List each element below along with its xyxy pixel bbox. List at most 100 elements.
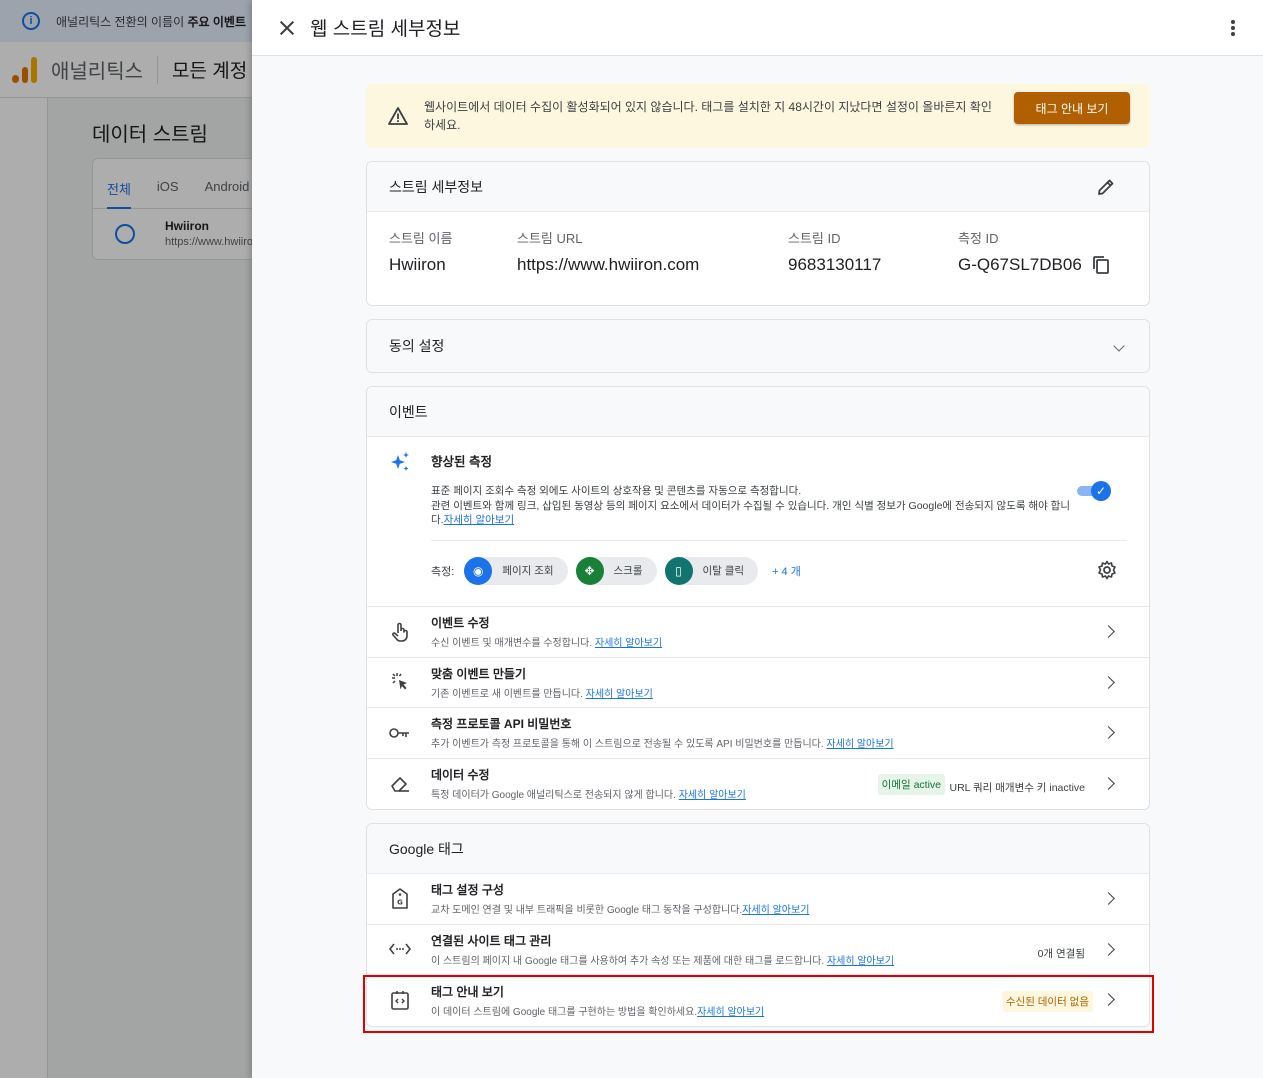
tag-icon: G [389, 887, 411, 910]
row-description: 특정 데이터가 Google 애널리틱스로 전송되지 않게 합니다. 자세히 알… [431, 786, 746, 801]
connected-site-tags-row[interactable]: 연결된 사이트 태그 관리이 스트림의 페이지 내 Google 태그를 사용하… [367, 925, 1149, 975]
chip-label: 이탈 클릭 [702, 565, 745, 577]
copy-icon[interactable] [1092, 255, 1110, 275]
tag-code-icon [389, 989, 411, 1011]
learn-more-link[interactable]: 자세히 알아보기 [586, 689, 653, 700]
row-title: 이벤트 수정 [431, 616, 490, 631]
row-description: 이 데이터 스트림에 Google 태그를 구현하는 방법을 확인하세요.자세히… [431, 1003, 764, 1018]
no-data-received-badge: 수신된 데이터 없음 [1001, 991, 1093, 1012]
web-stream-details-drawer: 웹 스트림 세부정보 웹사이트에서 데이터 수집이 활성화되어 있지 않습니다.… [252, 0, 1263, 1078]
modify-events-row[interactable]: 이벤트 수정수신 이벤트 및 매개변수를 수정합니다. 자세히 알아보기 [367, 607, 1149, 658]
row-title: 측정 프로토콜 API 비밀번호 [431, 717, 572, 732]
connected-count-badge: 0개 연결됨 [1037, 947, 1085, 960]
svg-text:G: G [397, 898, 403, 906]
google-tag-title: Google 태그 [389, 840, 464, 857]
code-icon [389, 938, 411, 960]
measurement-chips: 측정: ◉ 페이지 조회 ✥ 스크롤 ▯ 이탈 클릭 + 4 개 [431, 556, 1127, 585]
events-header: 이벤트 [367, 387, 1149, 437]
row-description: 교차 도메인 연결 및 내부 트래픽을 비롯한 Google 태그 동작을 구성… [431, 901, 809, 916]
chevron-right-icon[interactable] [1102, 993, 1115, 1006]
enhanced-measurement-section: 향상된 측정 표준 페이지 조회수 측정 외에도 사이트의 상호작용 및 콘텐츠… [367, 437, 1149, 607]
stream-id-field: 스트림 ID 9683130117 [788, 228, 958, 305]
view-tag-instructions-button[interactable]: 태그 안내 보기 [1014, 92, 1130, 124]
create-custom-event-row[interactable]: 맞춤 이벤트 만들기기존 이벤트로 새 이벤트를 만듭니다. 자세히 알아보기 [367, 658, 1149, 708]
field-value: 9683130117 [788, 255, 882, 274]
chip-outbound-click: ▯ 이탈 클릭 [664, 556, 759, 585]
field-label: 스트림 이름 [389, 231, 453, 246]
stream-url-field: 스트림 URL https://www.hwiiron.com [517, 228, 788, 305]
more-vert-icon[interactable] [1231, 20, 1235, 36]
desc-text: 특정 데이터가 Google 애널리틱스로 전송되지 않게 합니다. [431, 790, 679, 802]
row-description: 기존 이벤트로 새 이벤트를 만듭니다. 자세히 알아보기 [431, 685, 653, 700]
desc-text: 이 스트림의 페이지 내 Google 태그를 사용하여 추가 속성 또는 제품… [431, 955, 827, 967]
consent-settings-card[interactable]: 동의 설정 [366, 319, 1150, 373]
eraser-icon [389, 773, 411, 795]
consent-settings-header[interactable]: 동의 설정 [367, 320, 1149, 372]
field-value: G-Q67SL7DB06 [958, 255, 1082, 274]
sparkle-icon [391, 452, 409, 471]
chevron-right-icon[interactable] [1102, 726, 1115, 739]
desc-text: 추가 이벤트가 측정 프로토콜을 통해 이 스트림으로 전송될 수 있도록 AP… [431, 739, 827, 751]
consent-settings-title: 동의 설정 [389, 338, 445, 354]
learn-more-link[interactable]: 자세히 알아보기 [595, 638, 662, 649]
chevron-right-icon[interactable] [1102, 892, 1115, 905]
touch-icon [389, 621, 411, 643]
chevron-right-icon[interactable] [1102, 675, 1115, 689]
google-tag-header: Google 태그 [367, 824, 1149, 874]
edit-icon[interactable] [1097, 178, 1115, 196]
chip-label: 스크롤 [613, 565, 643, 577]
chevron-down-icon[interactable] [1113, 340, 1125, 352]
field-value: Hwiiron [389, 255, 446, 274]
stream-details-title: 스트림 세부정보 [389, 178, 484, 195]
drawer-title: 웹 스트림 세부정보 [310, 19, 461, 40]
email-status-badge: 이메일 active [877, 773, 945, 795]
enhanced-measurement-toggle[interactable]: ✓ [1077, 481, 1111, 501]
google-tag-card: Google 태그 G 태그 설정 구성교차 도메인 연결 및 내부 트래픽을 … [366, 823, 1150, 1027]
chevron-right-icon[interactable] [1102, 776, 1115, 790]
learn-more-link[interactable]: 자세히 알아보기 [697, 1007, 764, 1018]
mouse-icon: ▯ [664, 556, 693, 585]
warning-banner: 웹사이트에서 데이터 수집이 활성화되어 있지 않습니다. 태그를 설치한 지 … [366, 84, 1150, 148]
row-title: 태그 설정 구성 [431, 883, 504, 898]
field-label: 스트림 ID [788, 231, 841, 246]
eye-icon: ◉ [464, 556, 493, 585]
row-title: 맞춤 이벤트 만들기 [431, 666, 526, 681]
row-title: 데이터 수정 [431, 768, 490, 783]
url-query-status-badge: URL 쿼리 매개변수 키 inactive [949, 781, 1085, 794]
view-tag-instructions-row[interactable]: 태그 안내 보기이 데이터 스트림에 Google 태그를 구현하는 방법을 확… [367, 975, 1149, 1026]
data-redaction-row[interactable]: 데이터 수정특정 데이터가 Google 애널리틱스로 전송되지 않게 합니다.… [367, 759, 1149, 810]
more-chips-link[interactable]: + 4 개 [772, 563, 801, 579]
learn-more-link[interactable]: 자세히 알아보기 [826, 739, 893, 750]
chevron-right-icon[interactable] [1102, 625, 1115, 638]
desc-text: 이 데이터 스트림에 Google 태그를 구현하는 방법을 확인하세요. [431, 1006, 698, 1018]
chip-page-view: ◉ 페이지 조회 [464, 556, 568, 585]
warning-icon [388, 107, 408, 125]
measurement-protocol-row[interactable]: 측정 프로토콜 API 비밀번호추가 이벤트가 측정 프로토콜을 통해 이 스트… [367, 708, 1149, 759]
desc-line: 관련 이벤트와 함께 링크, 삽입된 동영상 등의 페이지 요소에서 데이터가 … [431, 499, 1070, 527]
learn-more-link[interactable]: 자세히 알아보기 [444, 514, 515, 526]
warning-text: 웹사이트에서 데이터 수집이 활성화되어 있지 않습니다. 태그를 설치한 지 … [424, 100, 992, 132]
cursor-click-icon [389, 671, 411, 693]
check-icon: ✓ [1091, 481, 1111, 501]
row-description: 수신 이벤트 및 매개변수를 수정합니다. 자세히 알아보기 [431, 634, 662, 649]
stream-details-fields: 스트림 이름 Hwiiron 스트림 URL https://www.hwiir… [367, 212, 1149, 305]
desc-text: 수신 이벤트 및 매개변수를 수정합니다. [431, 638, 595, 650]
drawer-header: 웹 스트림 세부정보 [252, 0, 1263, 56]
chevron-right-icon[interactable] [1102, 942, 1115, 956]
row-title: 연결된 사이트 태그 관리 [431, 933, 552, 948]
enhanced-measurement-description: 표준 페이지 조회수 측정 외에도 사이트의 상호작용 및 콘텐츠를 자동으로 … [431, 484, 1071, 528]
close-icon[interactable] [278, 19, 296, 37]
stream-details-card: 스트림 세부정보 스트림 이름 Hwiiron 스트림 URL https://… [366, 161, 1150, 306]
learn-more-link[interactable]: 자세히 알아보기 [742, 905, 809, 916]
events-title: 이벤트 [389, 403, 428, 420]
row-title: 태그 안내 보기 [431, 984, 504, 999]
learn-more-link[interactable]: 자세히 알아보기 [827, 956, 894, 967]
gear-icon[interactable] [1097, 560, 1117, 580]
configure-tag-settings-row[interactable]: G 태그 설정 구성교차 도메인 연결 및 내부 트래픽을 비롯한 Google… [367, 874, 1149, 925]
learn-more-link[interactable]: 자세히 알아보기 [679, 790, 746, 801]
chip-scroll: ✥ 스크롤 [575, 556, 657, 585]
stream-details-header: 스트림 세부정보 [367, 162, 1149, 212]
row-description: 추가 이벤트가 측정 프로토콜을 통해 이 스트림으로 전송될 수 있도록 AP… [431, 735, 894, 750]
desc-line: 표준 페이지 조회수 측정 외에도 사이트의 상호작용 및 콘텐츠를 자동으로 … [431, 485, 802, 497]
stream-name-field: 스트림 이름 Hwiiron [389, 228, 517, 305]
